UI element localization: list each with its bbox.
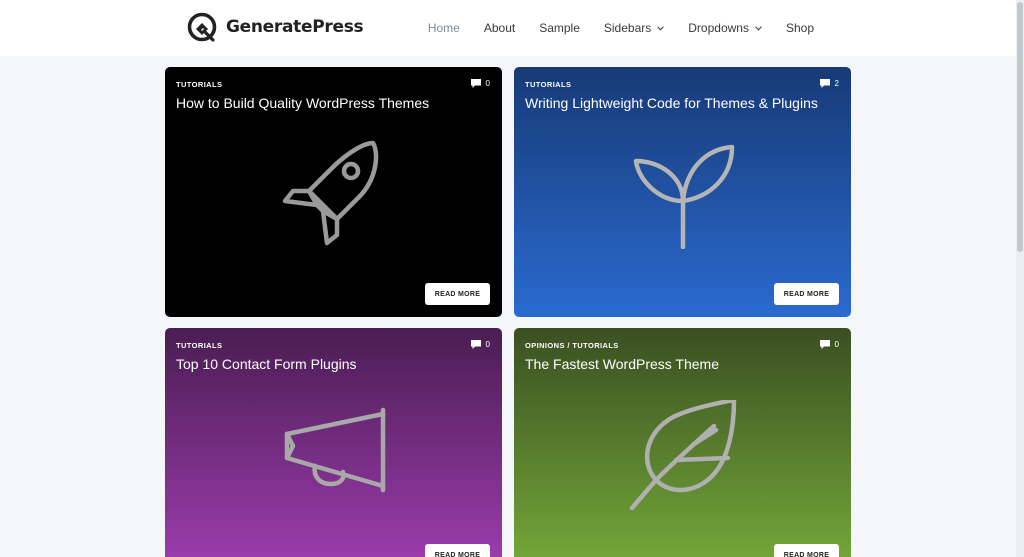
nav-label: Shop <box>785 21 814 35</box>
post-card[interactable]: TUTORIALS 0 How to Build Quality WordPre… <box>165 67 502 317</box>
post-title[interactable]: Top 10 Contact Form Plugins <box>176 356 357 372</box>
comment-count-value: 0 <box>485 79 490 88</box>
sprout-icon <box>633 144 734 249</box>
comment-bubble-icon <box>470 79 481 88</box>
rocket-icon <box>282 140 378 246</box>
nav-label: Sidebars <box>603 21 652 35</box>
comment-count-value: 0 <box>834 340 839 349</box>
post-card[interactable]: TUTORIALS 2 Writing Lightweight Code for… <box>514 67 851 317</box>
post-category[interactable]: TUTORIALS <box>525 80 571 89</box>
nav-item-sample[interactable]: Sample <box>527 0 592 56</box>
nav-item-dropdowns[interactable]: Dropdowns <box>676 0 774 56</box>
nav-label: Home <box>427 21 460 35</box>
site-title: GeneratePress <box>226 17 364 37</box>
primary-nav: Home About Sample Sidebars Dropdowns Sho… <box>416 0 826 56</box>
post-card[interactable]: TUTORIALS 0 Top 10 Contact Form Plugins … <box>165 328 502 557</box>
site-header: GeneratePress Home About Sample Sidebars… <box>0 0 1024 56</box>
comment-count-value: 0 <box>485 340 490 349</box>
scrollbar-thumb[interactable] <box>1017 2 1023 252</box>
post-card[interactable]: OPINIONS / TUTORIALS 0 The Fastest WordP… <box>514 328 851 557</box>
leaf-icon <box>629 400 736 510</box>
chevron-down-icon <box>657 25 665 31</box>
post-category[interactable]: OPINIONS / TUTORIALS <box>525 341 619 350</box>
comment-count[interactable]: 0 <box>819 340 839 349</box>
post-title[interactable]: Writing Lightweight Code for Themes & Pl… <box>525 95 818 111</box>
nav-item-about[interactable]: About <box>472 0 527 56</box>
nav-label: About <box>483 21 516 35</box>
nav-item-sidebars[interactable]: Sidebars <box>592 0 676 56</box>
post-category[interactable]: TUTORIALS <box>176 80 222 89</box>
generatepress-logo-icon <box>187 12 217 42</box>
comment-count[interactable]: 2 <box>819 79 839 88</box>
read-more-button[interactable]: READ MORE <box>774 283 839 305</box>
post-title[interactable]: How to Build Quality WordPress Themes <box>176 95 429 111</box>
nav-label: Sample <box>539 21 580 35</box>
chevron-down-icon <box>755 25 762 31</box>
nav-item-shop[interactable]: Shop <box>774 0 826 56</box>
post-category[interactable]: TUTORIALS <box>176 341 222 350</box>
nav-item-home[interactable]: Home <box>416 0 472 56</box>
site-logo[interactable]: GeneratePress <box>187 12 364 42</box>
comment-count-value: 2 <box>834 79 839 88</box>
post-title[interactable]: The Fastest WordPress Theme <box>525 356 719 372</box>
comment-count[interactable]: 0 <box>470 79 490 88</box>
comment-bubble-icon <box>470 340 481 349</box>
read-more-button[interactable]: READ MORE <box>774 544 839 557</box>
comment-bubble-icon <box>819 340 830 349</box>
read-more-button[interactable]: READ MORE <box>425 544 490 557</box>
read-more-button[interactable]: READ MORE <box>425 283 490 305</box>
comment-bubble-icon <box>819 79 830 88</box>
nav-label: Dropdowns <box>688 21 749 35</box>
megaphone-icon <box>284 407 385 493</box>
comment-count[interactable]: 0 <box>470 340 490 349</box>
page-scrollbar[interactable] <box>1016 0 1024 557</box>
